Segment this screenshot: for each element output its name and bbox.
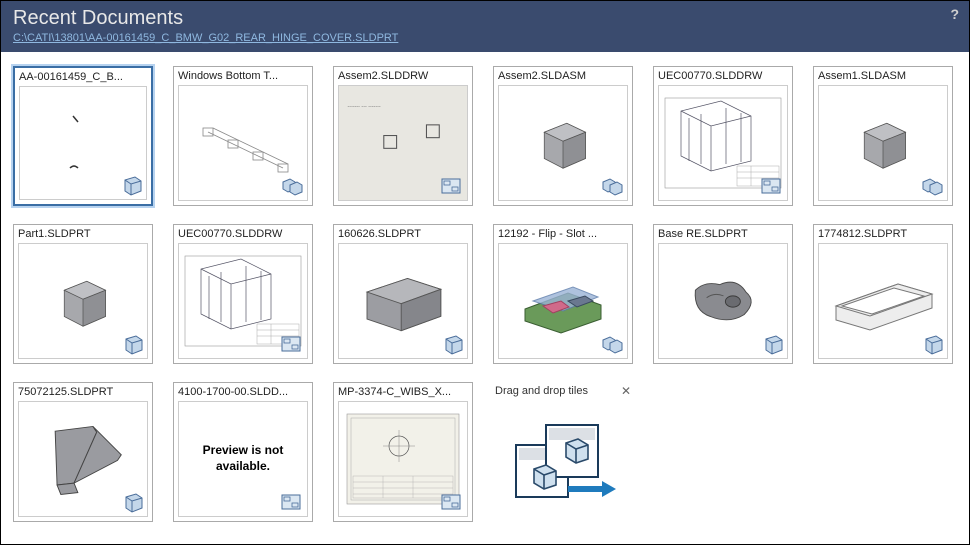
tile-label: Assem2.SLDASM bbox=[494, 67, 632, 83]
drag-drop-illustration bbox=[493, 402, 633, 522]
document-tile[interactable]: Assem1.SLDASM bbox=[813, 66, 953, 206]
tile-label: Assem2.SLDDRW bbox=[334, 67, 472, 83]
tile-label: Part1.SLDPRT bbox=[14, 225, 152, 241]
part-badge-icon bbox=[440, 335, 464, 355]
tile-label: 1774812.SLDPRT bbox=[814, 225, 952, 241]
document-tile[interactable]: 75072125.SLDPRT bbox=[13, 382, 153, 522]
tile-preview bbox=[498, 85, 628, 201]
tile-label: 4100-1700-00.SLDD... bbox=[174, 383, 312, 399]
part-badge-icon bbox=[120, 493, 144, 513]
recent-documents-window: Recent Documents C:\CATI\13801\AA-001614… bbox=[0, 0, 970, 545]
drw-badge-icon bbox=[440, 177, 464, 197]
document-tile[interactable]: Base RE.SLDPRT bbox=[653, 224, 793, 364]
tile-preview bbox=[498, 243, 628, 359]
tile-label: Windows Bottom T... bbox=[174, 67, 312, 83]
document-tile[interactable]: Assem2.SLDASM bbox=[493, 66, 633, 206]
tile-label: 160626.SLDPRT bbox=[334, 225, 472, 241]
asm-badge-icon bbox=[600, 177, 624, 197]
part-badge-icon bbox=[119, 176, 143, 196]
drw-badge-icon bbox=[280, 335, 304, 355]
tile-label: 12192 - Flip - Slot ... bbox=[494, 225, 632, 241]
help-icon[interactable]: ? bbox=[950, 6, 959, 22]
preview-unavailable-text: Preview is not available. bbox=[179, 443, 307, 474]
tile-preview bbox=[338, 401, 468, 517]
selected-file-path[interactable]: C:\CATI\13801\AA-00161459_C_BMW_G02_REAR… bbox=[13, 32, 957, 44]
tile-label: UEC00770.SLDDRW bbox=[174, 225, 312, 241]
close-icon[interactable]: ✕ bbox=[621, 384, 631, 398]
tile-preview bbox=[338, 243, 468, 359]
tile-preview bbox=[818, 85, 948, 201]
drag-drop-label: Drag and drop tiles bbox=[495, 385, 588, 397]
tiles-grid: AA-00161459_C_B... Windows Bottom T... Ass… bbox=[1, 52, 969, 544]
tile-label: MP-3374-C_WIBS_X... bbox=[334, 383, 472, 399]
document-tile[interactable]: 12192 - Flip - Slot ... bbox=[493, 224, 633, 364]
drw-badge-icon bbox=[280, 493, 304, 513]
tile-label: Assem1.SLDASM bbox=[814, 67, 952, 83]
tile-label: AA-00161459_C_B... bbox=[15, 68, 151, 84]
tile-preview: Preview is not available. bbox=[178, 401, 308, 517]
tile-preview bbox=[178, 85, 308, 201]
document-tile[interactable]: 160626.SLDPRT bbox=[333, 224, 473, 364]
tile-preview bbox=[18, 243, 148, 359]
part-badge-icon bbox=[120, 335, 144, 355]
tile-preview bbox=[178, 243, 308, 359]
asm-badge-icon bbox=[920, 177, 944, 197]
tile-label: 75072125.SLDPRT bbox=[14, 383, 152, 399]
document-tile[interactable]: 1774812.SLDPRT bbox=[813, 224, 953, 364]
document-tile[interactable]: AA-00161459_C_B... bbox=[13, 66, 153, 206]
drag-drop-hint-tile[interactable]: Drag and drop tiles ✕ bbox=[493, 382, 633, 522]
tile-preview: ------- --- ------- bbox=[338, 85, 468, 201]
drw-badge-icon bbox=[440, 493, 464, 513]
document-tile[interactable]: UEC00770.SLDDRW bbox=[653, 66, 793, 206]
tile-preview bbox=[658, 243, 788, 359]
document-tile[interactable]: MP-3374-C_WIBS_X... bbox=[333, 382, 473, 522]
tile-preview bbox=[818, 243, 948, 359]
document-tile[interactable]: Part1.SLDPRT bbox=[13, 224, 153, 364]
part-badge-icon bbox=[920, 335, 944, 355]
document-tile[interactable]: UEC00770.SLDDRW bbox=[173, 224, 313, 364]
tile-label: Base RE.SLDPRT bbox=[654, 225, 792, 241]
tile-preview bbox=[658, 85, 788, 201]
asm-badge-icon bbox=[600, 335, 624, 355]
asm-badge-icon bbox=[280, 177, 304, 197]
part-badge-icon bbox=[760, 335, 784, 355]
tile-preview bbox=[19, 86, 147, 200]
svg-text:------- --- -------: ------- --- ------- bbox=[348, 104, 381, 110]
window-header: Recent Documents C:\CATI\13801\AA-001614… bbox=[1, 1, 969, 52]
window-title: Recent Documents bbox=[13, 7, 957, 30]
document-tile[interactable]: Assem2.SLDDRW ------- --- ------- bbox=[333, 66, 473, 206]
tile-preview bbox=[18, 401, 148, 517]
document-tile[interactable]: 4100-1700-00.SLDD... Preview is not avail… bbox=[173, 382, 313, 522]
drw-badge-icon bbox=[760, 177, 784, 197]
document-tile[interactable]: Windows Bottom T... bbox=[173, 66, 313, 206]
tile-label: UEC00770.SLDDRW bbox=[654, 67, 792, 83]
